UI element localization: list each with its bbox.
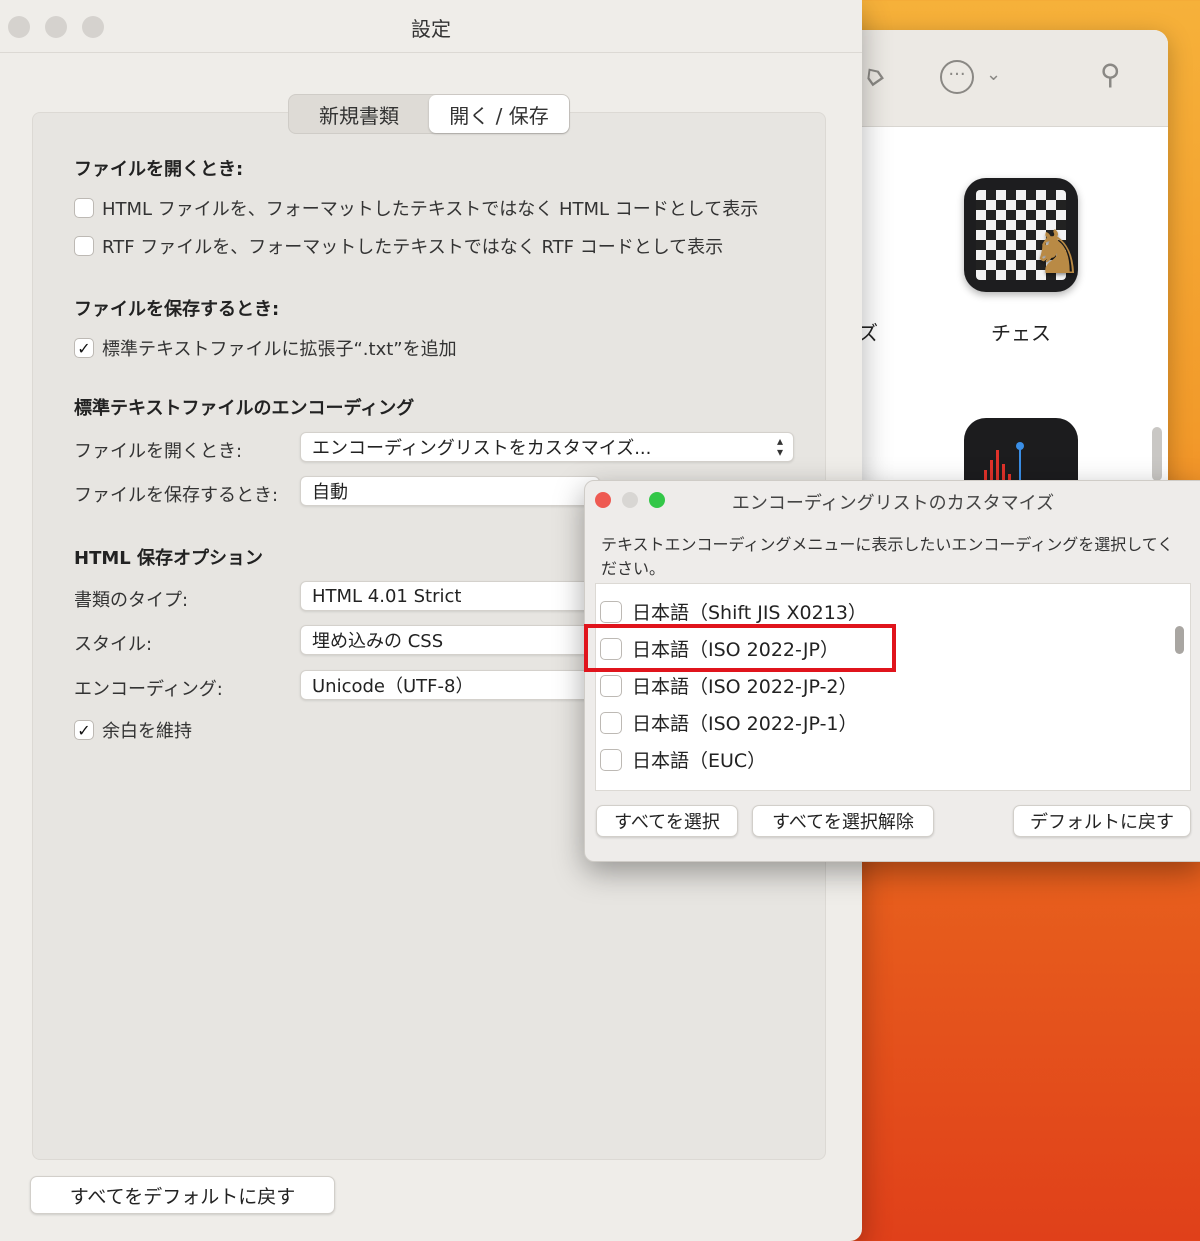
item-label: 日本語（EUC） bbox=[632, 750, 767, 772]
item-checkbox[interactable] bbox=[600, 674, 622, 697]
open-rtf-option[interactable]: RTF ファイルを、フォーマットしたテキストではなく RTF コードとして表示 bbox=[74, 233, 723, 259]
open-rtf-label: RTF ファイルを、フォーマットしたテキストではなく RTF コードとして表示 bbox=[102, 237, 724, 258]
list-item-shift-jis-x0213[interactable]: 日本語（Shift JIS X0213） bbox=[600, 598, 867, 625]
search-icon[interactable]: ⚲ bbox=[1100, 58, 1121, 91]
knight-icon: ♞ bbox=[1030, 218, 1084, 288]
highlight-box bbox=[584, 624, 896, 672]
item-label: 日本語（ISO 2022-JP-1） bbox=[632, 713, 858, 735]
item-label: 日本語（ISO 2022-JP-2） bbox=[632, 676, 858, 698]
save-encoding-popup[interactable]: 自動 bbox=[300, 476, 600, 506]
preserve-whitespace-option[interactable]: ✓ 余白を維持 bbox=[74, 717, 192, 743]
item-label: 日本語（Shift JIS X0213） bbox=[632, 602, 867, 624]
save-encoding-label: ファイルを保存するとき: bbox=[74, 485, 279, 506]
list-item-euc[interactable]: 日本語（EUC） bbox=[600, 746, 766, 773]
list-item-iso-2022-jp-2[interactable]: 日本語（ISO 2022-JP-2） bbox=[600, 672, 858, 699]
updown-chevron-icon: ▴ ▾ bbox=[776, 434, 783, 459]
html-encoding-label: エンコーディング: bbox=[74, 679, 223, 700]
html-section-heading: HTML 保存オプション bbox=[74, 548, 263, 569]
reset-all-button[interactable]: すべてをデフォルトに戻す bbox=[30, 1176, 335, 1214]
doc-type-popup[interactable]: HTML 4.01 Strict bbox=[300, 581, 600, 611]
list-scrollbar[interactable] bbox=[1175, 626, 1184, 654]
item-checkbox[interactable] bbox=[600, 748, 622, 771]
chess-app-label: チェス bbox=[991, 321, 1051, 345]
open-html-checkbox[interactable] bbox=[74, 198, 94, 218]
open-html-option[interactable]: HTML ファイルを、フォーマットしたテキストではなく HTML コードとして表… bbox=[74, 195, 758, 221]
titlebar: 設定 bbox=[0, 0, 862, 53]
encoding-section-heading: 標準テキストファイルのエンコーディング bbox=[74, 398, 415, 419]
doc-type-value: HTML 4.01 Strict bbox=[312, 585, 462, 607]
finder-scrollbar[interactable] bbox=[1152, 427, 1162, 481]
style-value: 埋め込みの CSS bbox=[312, 631, 444, 652]
list-item-iso-2022-jp-1[interactable]: 日本語（ISO 2022-JP-1） bbox=[600, 709, 858, 736]
open-encoding-popup[interactable]: エンコーディングリストをカスタマイズ... ▴ ▾ bbox=[300, 432, 794, 462]
preserve-whitespace-label: 余白を維持 bbox=[102, 721, 192, 742]
save-encoding-value: 自動 bbox=[312, 482, 348, 503]
encoding-list[interactable]: 日本語（Shift JIS X0213） 日本語（ISO 2022-JP） 日本… bbox=[595, 583, 1191, 791]
open-rtf-checkbox[interactable] bbox=[74, 236, 94, 256]
preserve-whitespace-checkbox[interactable]: ✓ bbox=[74, 720, 94, 740]
tab-open-save[interactable]: 開く / 保存 bbox=[429, 95, 569, 133]
item-checkbox[interactable] bbox=[600, 711, 622, 734]
open-encoding-value: エンコーディングリストをカスタマイズ... bbox=[312, 438, 652, 459]
item-checkbox[interactable] bbox=[600, 600, 622, 623]
save-section-heading: ファイルを保存するとき: bbox=[74, 299, 280, 320]
style-popup[interactable]: 埋め込みの CSS bbox=[300, 625, 600, 655]
style-label: スタイル: bbox=[74, 634, 153, 655]
open-encoding-label: ファイルを開くとき: bbox=[74, 441, 243, 462]
window-title: 設定 bbox=[411, 17, 451, 41]
chevron-down-icon[interactable]: ⌄ bbox=[986, 64, 1001, 85]
html-encoding-popup[interactable]: Unicode（UTF-8） bbox=[300, 670, 600, 700]
tab-bar: 新規書類 開く / 保存 bbox=[288, 94, 570, 134]
dialog-title: エンコーディングリストのカスタマイズ bbox=[731, 493, 1055, 514]
html-encoding-value: Unicode（UTF-8） bbox=[312, 676, 474, 697]
open-section-heading: ファイルを開くとき: bbox=[74, 159, 244, 180]
doc-type-label: 書類のタイプ: bbox=[74, 590, 189, 611]
open-html-label: HTML ファイルを、フォーマットしたテキストではなく HTML コードとして表… bbox=[102, 199, 759, 220]
tab-new-document[interactable]: 新規書類 bbox=[289, 95, 429, 133]
deselect-all-button[interactable]: すべてを選択解除 bbox=[752, 805, 934, 837]
chess-app-icon[interactable]: ♞ bbox=[964, 178, 1084, 292]
select-all-button[interactable]: すべてを選択 bbox=[596, 805, 738, 837]
append-txt-option[interactable]: ✓ 標準テキストファイルに拡張子“.txt”を追加 bbox=[74, 335, 457, 361]
dialog-description: テキストエンコーディングメニューに表示したいエンコーディングを選択してください。 bbox=[601, 535, 1174, 578]
more-options-icon[interactable]: ··· bbox=[940, 60, 974, 94]
restore-default-button[interactable]: デフォルトに戻す bbox=[1013, 805, 1191, 837]
append-txt-checkbox[interactable]: ✓ bbox=[74, 338, 94, 358]
append-txt-label: 標準テキストファイルに拡張子“.txt”を追加 bbox=[102, 339, 457, 360]
